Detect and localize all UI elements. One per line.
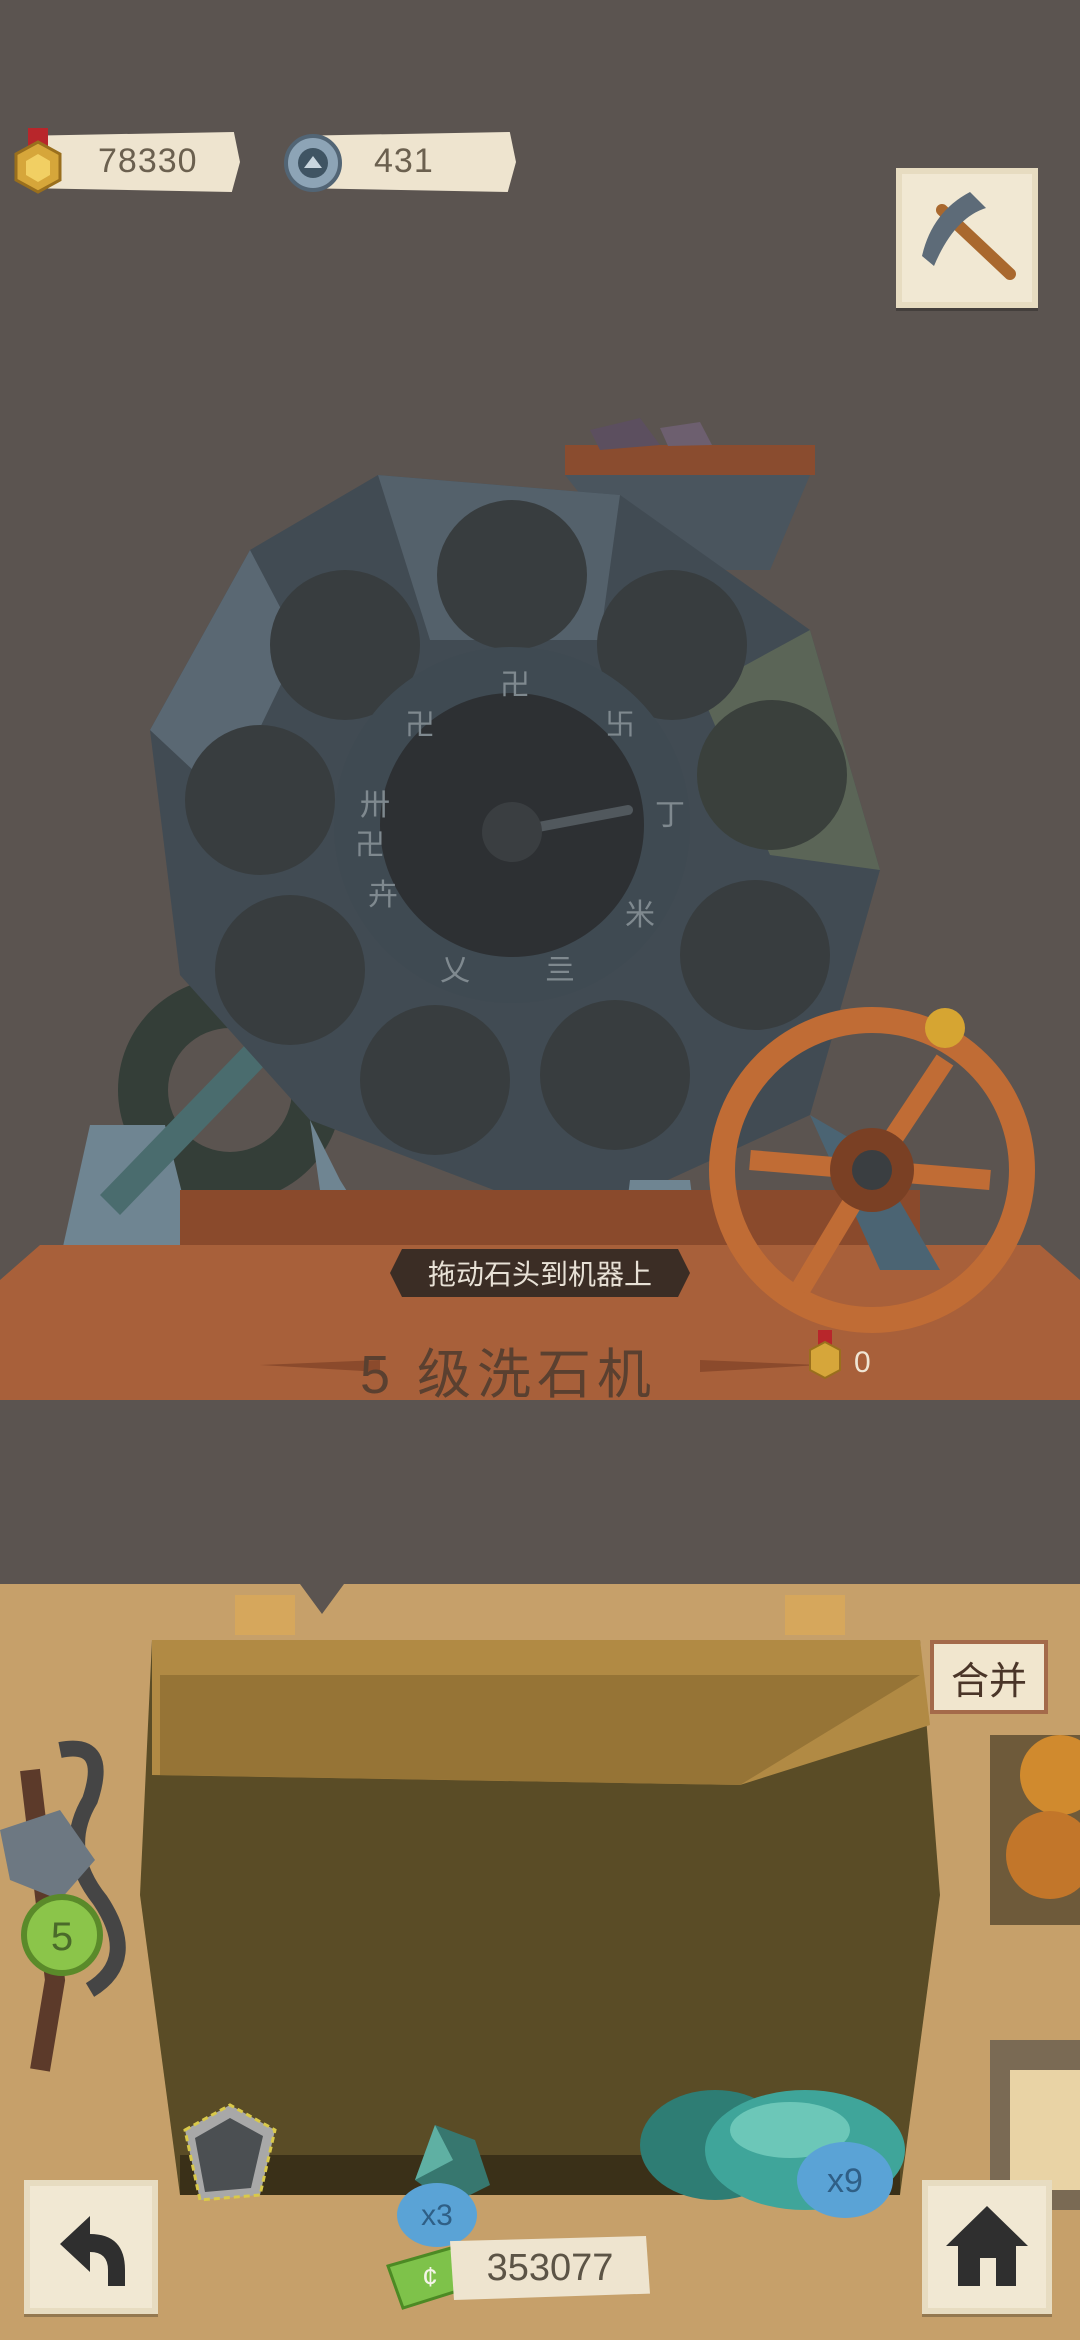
gem-count: x3 <box>421 2199 453 2232</box>
back-arrow-icon <box>60 2216 125 2286</box>
upgrade-level: 5 <box>51 1915 73 1959</box>
stone-count: x9 <box>827 2162 863 2200</box>
gold-medal-icon <box>14 128 62 194</box>
machine-dial <box>334 647 690 1003</box>
gear-icon <box>284 134 342 192</box>
svg-text:¢: ¢ <box>422 2261 438 2292</box>
money-value: 353077 <box>450 2236 650 2300</box>
gear-value: 431 <box>374 142 434 180</box>
upgrade-rope[interactable]: 5 <box>0 1730 160 2080</box>
pickaxe-button[interactable] <box>896 168 1038 308</box>
home-button[interactable] <box>922 2180 1052 2314</box>
gold-medal-icon <box>809 1330 841 1380</box>
machine-medal-count: 0 <box>854 1346 871 1379</box>
rough-stone-item[interactable] <box>175 2100 285 2210</box>
machine-level-title: 5 级洗石机 <box>360 1345 658 1405</box>
back-button[interactable] <box>24 2180 158 2314</box>
side-item-shell[interactable] <box>990 1735 1080 1925</box>
home-icon <box>946 2206 1028 2286</box>
gold-medal-value: 78330 <box>98 142 198 180</box>
drag-hint: 拖动石头到机器上 <box>390 1249 690 1297</box>
merge-button[interactable]: 合并 <box>930 1640 1048 1714</box>
pickaxe-icon <box>922 192 1016 280</box>
jade-stone-item[interactable]: x9 <box>635 2070 915 2250</box>
